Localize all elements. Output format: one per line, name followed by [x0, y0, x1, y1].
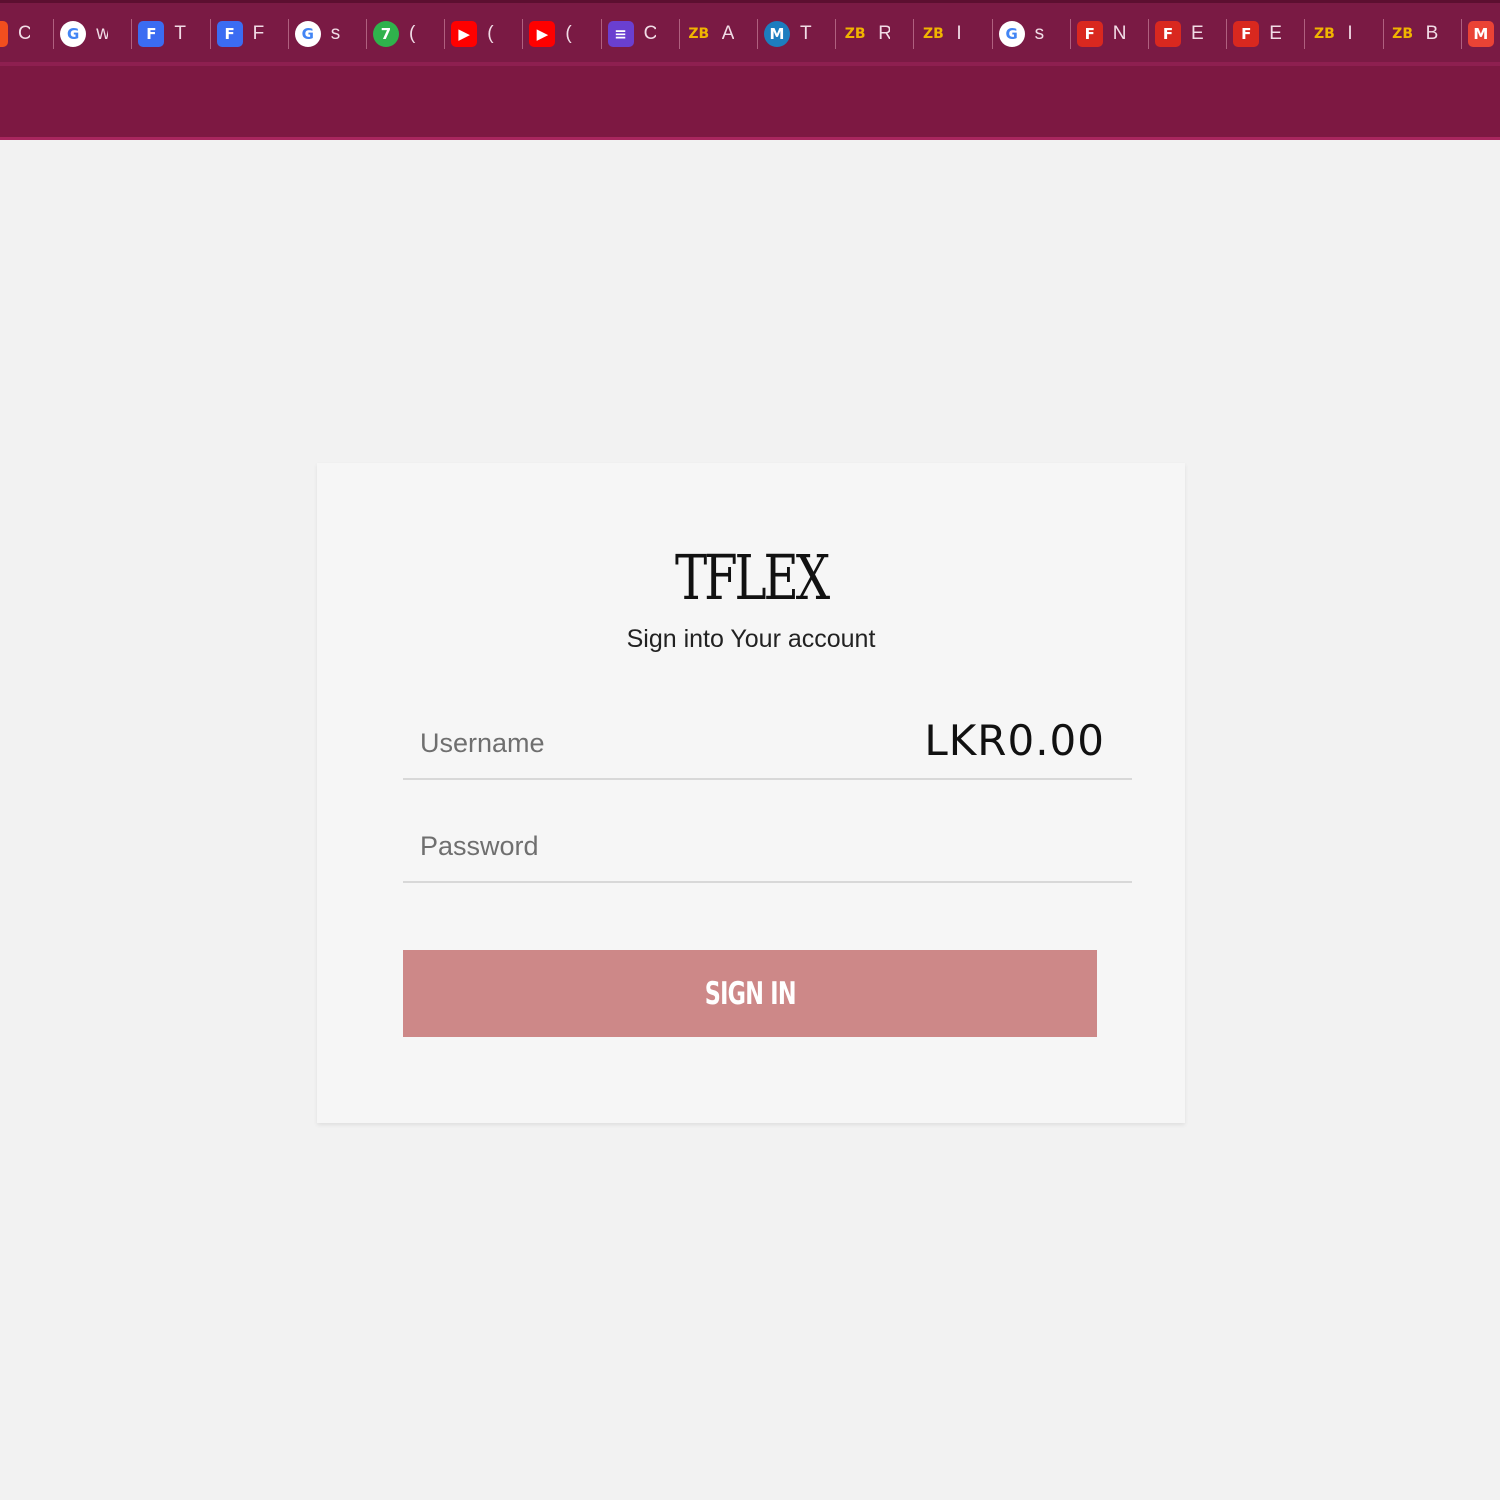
tab-title: s — [330, 23, 341, 44]
tab-title: T — [800, 23, 812, 44]
browser-tab[interactable]: FE — [1148, 17, 1203, 51]
password-input[interactable] — [403, 811, 1132, 881]
browser-tab[interactable]: MT — [757, 17, 812, 51]
browser-tab[interactable]: ZB A — [678, 17, 734, 51]
zb-icon: ZB — [844, 26, 866, 42]
tab-title: w — [96, 23, 108, 45]
browser-tab[interactable]: ZB B — [1382, 17, 1438, 51]
list-icon: ≡ — [607, 21, 634, 47]
youtube-icon: ▶ — [451, 21, 478, 47]
meta-icon: M — [764, 21, 790, 47]
browser-tab-strip: FCGwFTFFGs7(▶(▶(≡CZBAMTZBRZBIGsFNFEFEZBI… — [0, 0, 1500, 65]
browser-tab[interactable]: FT — [131, 17, 186, 51]
browser-tab[interactable]: Gw — [53, 17, 108, 51]
tab-separator — [991, 19, 993, 49]
tab-title: ( — [487, 23, 494, 44]
sign-in-label: SIGN IN — [704, 975, 796, 1012]
tab-separator — [131, 19, 133, 49]
browser-tab[interactable]: ≡C — [600, 17, 656, 51]
browser-tab[interactable]: FF — [209, 17, 265, 51]
balance-display: LKR0.00 — [924, 716, 1105, 765]
gmail-icon: M — [1467, 21, 1494, 47]
youtube-icon: ▶ — [529, 21, 556, 47]
google-icon: G — [294, 21, 321, 47]
browser-tab[interactable]: ZB R — [835, 17, 890, 51]
flex-icon: F — [1076, 21, 1103, 47]
browser-tab[interactable]: Gs — [287, 17, 343, 51]
browser-tab[interactable]: Gs — [991, 17, 1047, 51]
browser-tab[interactable]: 7( — [366, 17, 421, 51]
figma-icon: F — [0, 21, 8, 47]
tab-title: ( — [565, 23, 572, 44]
tab-title: E — [1191, 23, 1203, 44]
tab-title: I — [1347, 23, 1353, 44]
tab-separator — [913, 19, 915, 49]
browser-tab[interactable]: ZB I — [913, 17, 968, 51]
tab-title: E — [1269, 23, 1282, 44]
sign-in-button[interactable]: SIGN IN — [403, 950, 1097, 1037]
whatsapp-icon: 7 — [373, 21, 399, 47]
tab-separator — [757, 19, 758, 49]
forms-icon: F — [216, 21, 243, 47]
tab-title: A — [721, 23, 734, 44]
tab-separator — [1226, 19, 1228, 49]
browser-toolbar — [0, 62, 1500, 140]
tab-separator — [1382, 19, 1384, 49]
tab-title: R — [878, 23, 890, 45]
browser-tab[interactable]: FE — [1226, 17, 1282, 51]
tab-title: C — [18, 23, 30, 45]
zb-icon: ZB — [688, 26, 710, 42]
tab-separator — [209, 19, 211, 49]
tab-title: F — [252, 23, 265, 44]
tab-separator — [1304, 19, 1306, 49]
browser-tab[interactable]: ZB I — [1304, 17, 1359, 51]
tab-separator — [1148, 19, 1149, 49]
google-icon: G — [998, 21, 1025, 47]
tab-separator — [522, 19, 524, 49]
flash-icon: F — [1155, 21, 1181, 47]
brand-logo: TFLEX — [674, 541, 830, 614]
tab-separator — [835, 19, 837, 49]
tab-title: ( — [409, 23, 416, 44]
tab-separator — [287, 19, 289, 49]
google-icon: G — [60, 21, 87, 47]
tab-separator — [444, 19, 446, 49]
password-field-wrapper — [403, 811, 1132, 883]
login-subtitle: Sign into Your account — [626, 625, 876, 653]
browser-tab[interactable]: FC — [0, 17, 30, 51]
username-field-wrapper: LKR0.00 — [403, 708, 1132, 780]
flex-icon: F — [1233, 21, 1260, 47]
tab-separator — [600, 19, 602, 49]
zb-icon: ZB — [1313, 26, 1335, 42]
browser-tab[interactable]: ▶( — [444, 17, 499, 51]
forms-icon: F — [138, 21, 165, 47]
tab-separator — [1069, 19, 1071, 49]
browser-tab[interactable]: ▶( — [522, 17, 577, 51]
tab-title: B — [1425, 23, 1438, 44]
tab-separator — [366, 19, 367, 49]
login-card: TFLEX Sign into Your account LKR0.00 SIG… — [317, 463, 1185, 1123]
browser-tab[interactable]: FN — [1069, 17, 1125, 51]
tab-title: C — [644, 23, 656, 45]
tab-separator — [53, 19, 55, 49]
tab-separator — [1460, 19, 1462, 49]
tab-title: s — [1034, 23, 1045, 44]
browser-tab[interactable]: M — [1460, 17, 1500, 51]
tab-title: I — [956, 23, 962, 44]
tab-title: T — [174, 23, 186, 44]
zb-icon: ZB — [922, 26, 944, 42]
tab-separator — [678, 19, 680, 49]
zb-icon: ZB — [1392, 26, 1413, 42]
tab-title: N — [1113, 23, 1125, 45]
